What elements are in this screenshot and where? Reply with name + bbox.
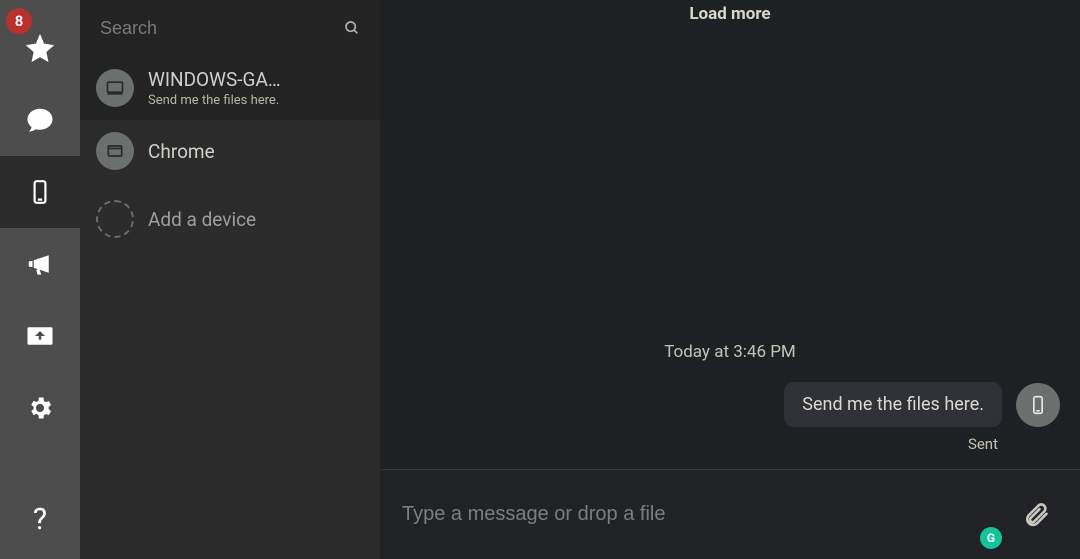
message-bubble: Send me the files here. (784, 382, 1002, 427)
star-icon (23, 31, 57, 65)
device-preview: Send me the files here. (148, 93, 281, 108)
help-icon: ? (33, 502, 47, 537)
nav-favorites[interactable]: 8 (0, 12, 80, 84)
composer: G (380, 469, 1080, 559)
message-row: Send me the files here. (400, 382, 1060, 427)
dashed-circle-icon (96, 200, 134, 238)
monitor-icon (96, 69, 134, 107)
device-name: Chrome (148, 140, 215, 163)
sidebar: WINDOWS-GA… Send me the files here. Chro… (80, 0, 380, 559)
nav-help[interactable]: ? (0, 487, 80, 559)
nav-settings[interactable] (0, 372, 80, 444)
browser-icon (96, 132, 134, 170)
device-name: WINDOWS-GA… (148, 68, 281, 91)
paperclip-icon (1022, 501, 1050, 529)
composer-input[interactable] (402, 503, 1014, 526)
device-item-windows[interactable]: WINDOWS-GA… Send me the files here. (80, 56, 380, 120)
chat-area: Load more Today at 3:46 PM Send me the f… (380, 0, 1080, 559)
add-device-label: Add a device (148, 208, 256, 231)
nav-announce[interactable] (0, 228, 80, 300)
device-list: WINDOWS-GA… Send me the files here. Chro… (80, 56, 380, 256)
nav-share[interactable] (0, 300, 80, 372)
phone-icon (27, 179, 53, 205)
search-box[interactable] (80, 0, 380, 56)
phone-icon (1028, 395, 1048, 415)
nav-rail: 8 ? (0, 0, 80, 559)
timestamp: Today at 3:46 PM (400, 342, 1060, 362)
speech-bubble-icon (25, 105, 55, 135)
device-item-chrome[interactable]: Chrome (80, 120, 380, 182)
add-device[interactable]: Add a device (80, 182, 380, 256)
nav-devices[interactable] (0, 156, 80, 228)
nav-chat[interactable] (0, 84, 80, 156)
gear-icon (26, 394, 54, 422)
screen-share-icon (25, 321, 55, 351)
search-icon (344, 18, 360, 38)
messages: Today at 3:46 PM Send me the files here.… (380, 32, 1080, 469)
notification-badge: 8 (6, 8, 32, 34)
message-status: Sent (400, 435, 1060, 453)
sender-avatar (1016, 383, 1060, 427)
grammarly-badge[interactable]: G (980, 527, 1002, 549)
attach-button[interactable] (1014, 493, 1058, 537)
load-more[interactable]: Load more (380, 0, 1080, 32)
megaphone-icon (25, 249, 55, 279)
search-input[interactable] (100, 18, 332, 39)
